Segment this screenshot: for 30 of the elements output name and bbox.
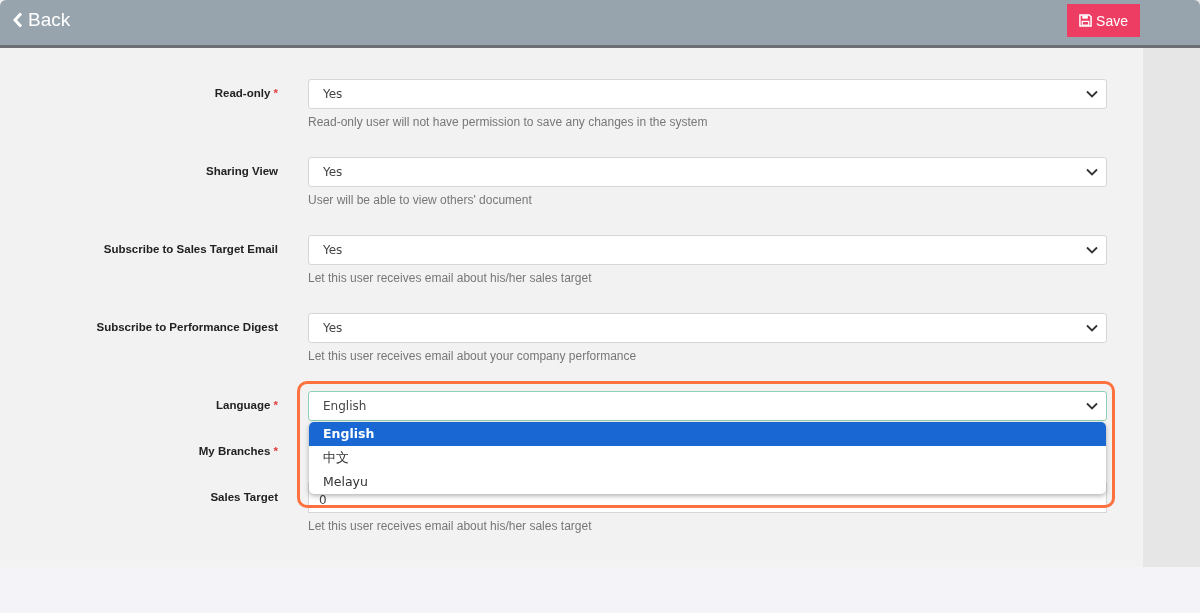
chevron-down-icon bbox=[1086, 246, 1098, 254]
dropdown-option[interactable]: Melayu bbox=[309, 470, 1106, 494]
help-text: Let this user receives email about his/her sales target bbox=[308, 271, 593, 285]
help-text: Read-only user will not have permission to save any changes in the system bbox=[308, 115, 709, 129]
chevron-down-icon bbox=[1086, 168, 1098, 176]
field-label: My Branches * bbox=[197, 444, 278, 459]
select-field[interactable]: Yes bbox=[308, 235, 1107, 265]
field-label: Language * bbox=[215, 398, 278, 413]
save-button[interactable]: Save bbox=[1067, 4, 1140, 37]
field-label: Subscribe to Sales Target Email bbox=[102, 242, 278, 257]
field-label: Subscribe to Performance Digest bbox=[95, 320, 278, 335]
dropdown-option[interactable]: English bbox=[309, 422, 1106, 446]
help-text: User will be able to view others' document bbox=[308, 193, 533, 207]
required-mark: * bbox=[273, 399, 278, 411]
dropdown-option[interactable]: 中文 bbox=[309, 446, 1106, 470]
select-field[interactable]: Yes bbox=[308, 157, 1107, 187]
help-text: Let this user receives email about your company performance bbox=[308, 349, 638, 363]
select-field[interactable]: Yes bbox=[308, 79, 1107, 109]
field-label: Sales Target bbox=[209, 490, 278, 505]
field-label: Sharing View bbox=[205, 164, 278, 179]
required-mark: * bbox=[273, 87, 278, 99]
chevron-left-icon bbox=[13, 12, 23, 28]
required-mark: * bbox=[273, 445, 278, 457]
chevron-down-icon bbox=[1086, 90, 1098, 98]
chevron-down-icon bbox=[1086, 402, 1098, 410]
help-text: Let this user receives email about his/her sales target bbox=[308, 519, 593, 533]
chevron-down-icon bbox=[1086, 324, 1098, 332]
field-label: Read-only * bbox=[213, 86, 278, 101]
select-field[interactable]: English bbox=[308, 391, 1107, 421]
select-field[interactable]: Yes bbox=[308, 313, 1107, 343]
